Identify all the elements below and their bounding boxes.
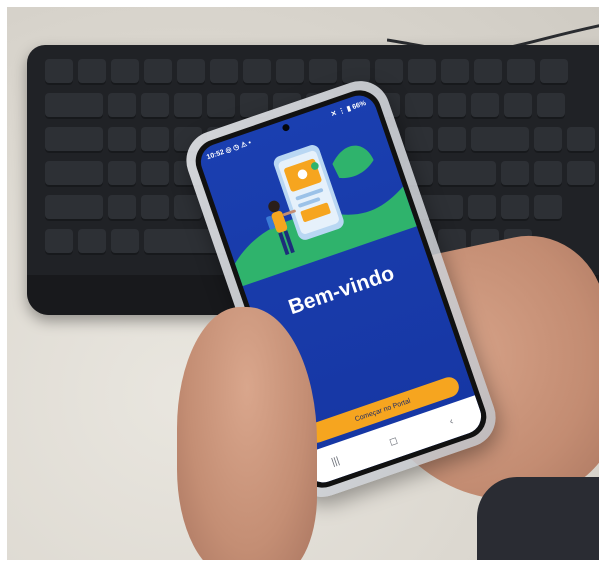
recents-icon[interactable]: ||| xyxy=(319,451,351,471)
left-hand xyxy=(177,307,317,560)
home-icon[interactable]: ◻ xyxy=(377,431,409,451)
photo-frame: 10:52 ◎ ◷ ⚠ • ✕ ⋮ ▮ 66% Bem-vindo Começa… xyxy=(7,7,599,560)
key-row xyxy=(45,59,599,85)
sleeve xyxy=(477,477,599,560)
back-icon[interactable]: ‹ xyxy=(435,411,467,431)
welcome-illustration xyxy=(228,145,418,289)
